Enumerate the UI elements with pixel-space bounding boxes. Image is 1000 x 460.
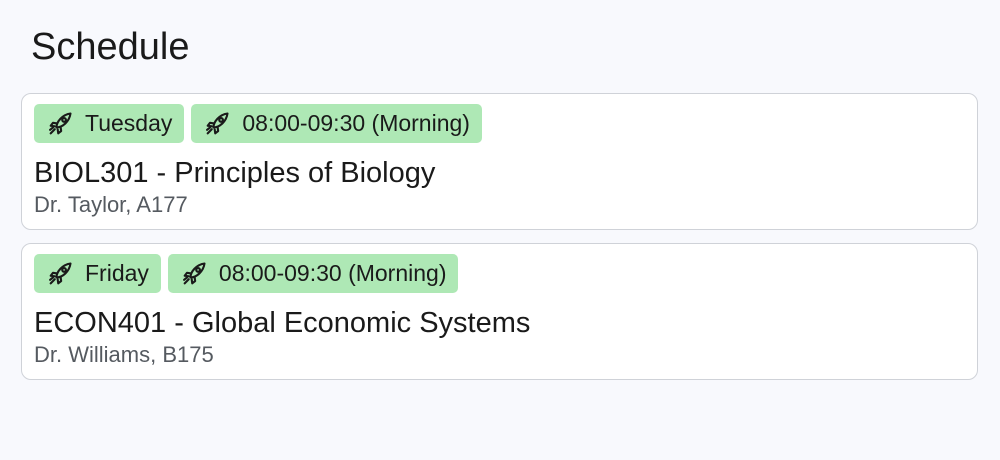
schedule-card[interactable]: Tuesday 08:00-09:30 (Morning) BIOL301 - …: [21, 93, 978, 230]
time-label: 08:00-09:30 (Morning): [242, 110, 470, 136]
tag-row: Friday 08:00-09:30 (Morning): [34, 254, 459, 293]
course-instructor-room: Dr. Williams, B175: [34, 342, 214, 367]
time-label: 08:00-09:30 (Morning): [218, 260, 447, 286]
schedule-card[interactable]: Friday 08:00-09:30 (Morning) ECON401 - G…: [21, 243, 978, 380]
rocket-icon: [203, 110, 231, 138]
time-tag: 08:00-09:30 (Morning): [167, 254, 459, 293]
day-tag: Tuesday: [34, 104, 185, 143]
rocket-icon: [46, 110, 74, 138]
day-tag: Friday: [34, 254, 161, 293]
rocket-icon: [46, 260, 74, 288]
day-label: Tuesday: [85, 110, 173, 136]
day-label: Friday: [85, 260, 149, 286]
course-title: BIOL301 - Principles of Biology: [34, 157, 436, 189]
time-tag: 08:00-09:30 (Morning): [191, 104, 482, 143]
course-instructor-room: Dr. Taylor, A177: [34, 192, 188, 217]
course-title: ECON401 - Global Economic Systems: [34, 307, 531, 339]
page-title: Schedule: [31, 26, 190, 68]
tag-row: Tuesday 08:00-09:30 (Morning): [34, 104, 482, 143]
rocket-icon: [180, 260, 208, 288]
